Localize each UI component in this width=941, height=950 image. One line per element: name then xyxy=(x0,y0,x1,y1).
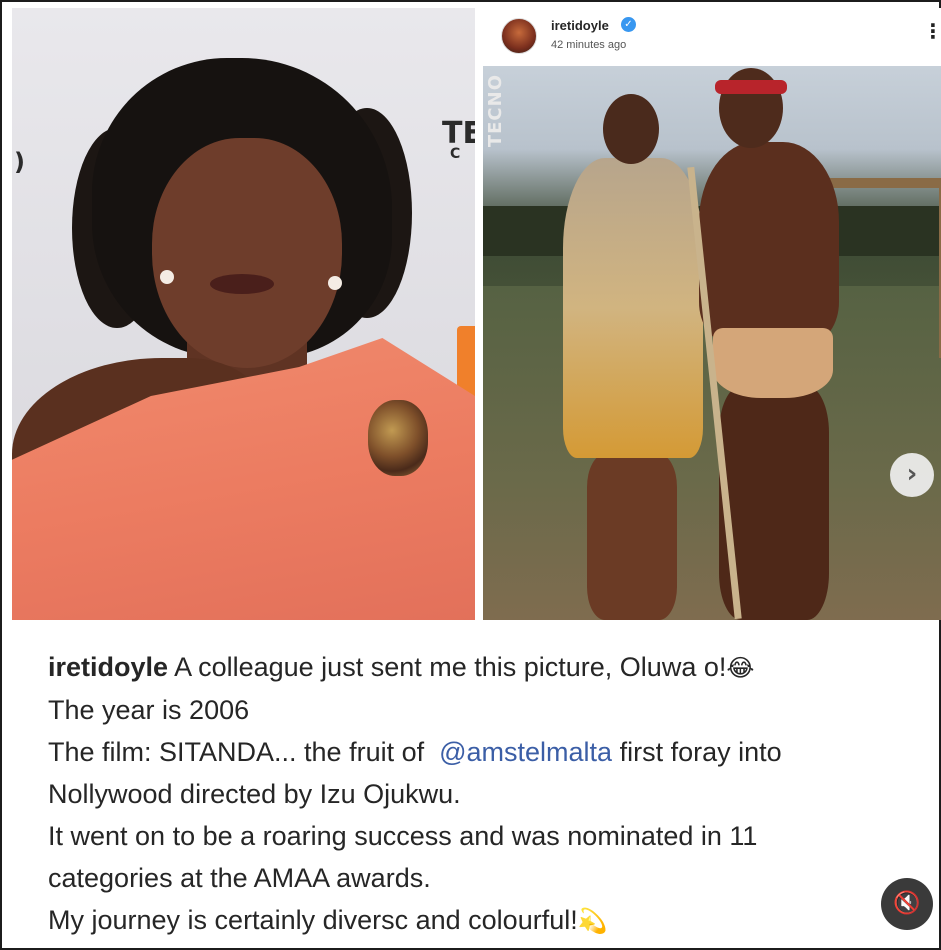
caption-text: The year is 2006 xyxy=(48,695,250,725)
post-frame: TE C ) iretidoyle ✓ 42 minutes ago ⋮ TEC… xyxy=(0,0,941,950)
post-username[interactable]: iretidoyle xyxy=(551,18,609,33)
caption-text: A colleague just sent me this picture, O… xyxy=(174,652,727,682)
post-caption: iretidoyle A colleague just sent me this… xyxy=(48,646,928,942)
caption-username[interactable]: iretidoyle xyxy=(48,652,168,682)
post-timestamp: 42 minutes ago xyxy=(551,39,627,51)
caption-line: categories at the AMAA awards. xyxy=(48,857,928,899)
woman-figure xyxy=(553,94,703,620)
caption-line: iretidoyle A colleague just sent me this… xyxy=(48,646,928,689)
carousel-next-icon[interactable]: › xyxy=(890,453,934,497)
dizzy-emoji-icon: 💫 xyxy=(577,907,608,935)
right-photo[interactable]: TECNO xyxy=(483,66,941,620)
verified-badge-icon: ✓ xyxy=(621,17,636,32)
caption-text: It went on to be a roaring success and w… xyxy=(48,821,758,851)
lips xyxy=(210,274,274,294)
caption-line: The year is 2006 xyxy=(48,689,928,731)
backdrop-text: ) xyxy=(14,148,25,176)
caption-line: My journey is certainly diversc and colo… xyxy=(48,899,928,942)
post-header: iretidoyle ✓ 42 minutes ago ⋮ xyxy=(483,8,941,66)
pearl-earring xyxy=(328,276,342,290)
laughing-emoji-icon: 😂 xyxy=(726,654,755,682)
backdrop-text: C xyxy=(450,146,461,162)
watermark-text: TECNO xyxy=(485,74,506,148)
woman-legs xyxy=(587,454,677,620)
backdrop-logo-shape xyxy=(457,326,475,396)
man-torso xyxy=(699,142,839,342)
caption-text: categories at the AMAA awards. xyxy=(48,863,431,893)
avatar[interactable] xyxy=(501,18,537,54)
caption-line: It went on to be a roaring success and w… xyxy=(48,815,928,857)
mention-link[interactable]: @amstelmalta xyxy=(439,737,612,767)
woman-head xyxy=(603,94,659,164)
man-figure xyxy=(699,66,869,620)
left-photo[interactable]: TE C ) xyxy=(12,8,475,620)
red-headband xyxy=(715,80,787,94)
caption-text: first foray into xyxy=(612,737,782,767)
man-loincloth xyxy=(713,328,833,398)
caption-text: Nollywood directed by Izu Ojukwu. xyxy=(48,779,461,809)
more-options-icon[interactable]: ⋮ xyxy=(923,22,941,42)
pearl-earring xyxy=(160,270,174,284)
caption-text: My journey is certainly diversc and colo… xyxy=(48,905,578,935)
woman-costume xyxy=(563,158,703,458)
mute-icon[interactable]: 🔇 xyxy=(881,878,933,930)
caption-line: Nollywood directed by Izu Ojukwu. xyxy=(48,773,928,815)
caption-line: The film: SITANDA... the fruit of @amste… xyxy=(48,731,928,773)
face xyxy=(152,138,342,368)
caption-text: The film: SITANDA... the fruit of xyxy=(48,737,440,767)
brooch xyxy=(368,400,428,476)
